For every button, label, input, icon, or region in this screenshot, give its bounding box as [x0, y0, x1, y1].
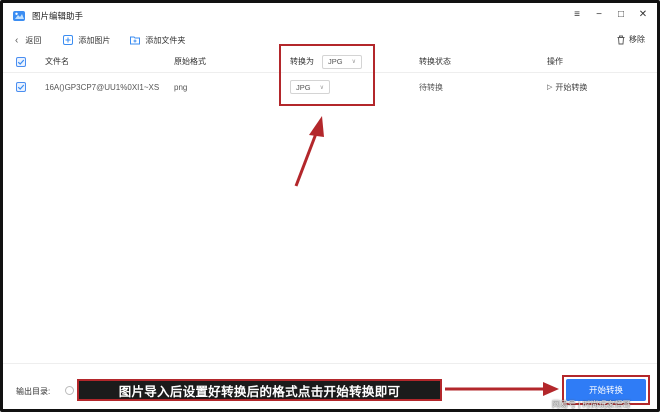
back-label: 返回: [25, 35, 42, 45]
row-status: 待转换: [419, 82, 443, 92]
row-file-name: 16A()GP3CP7@UU1%0XI1~XS: [45, 82, 160, 92]
row-original-format: png: [174, 82, 188, 92]
annotation-highlight-format: [279, 44, 375, 106]
minimize-icon[interactable]: −: [593, 9, 605, 21]
check-icon: [17, 84, 25, 90]
maximize-icon[interactable]: □: [615, 9, 627, 21]
annotation-arrow-up: [294, 130, 319, 187]
add-image-icon: [63, 35, 74, 45]
row-checkbox-cell: [16, 75, 26, 99]
play-icon: ▷: [547, 84, 553, 91]
app-window: 图片编辑助手 ≡ − □ ✕ ‹ 返回 添加图片 添加文件夹 移除 文件名 原始…: [0, 0, 660, 412]
row-start-convert-button[interactable]: ▷ 开始转换: [547, 82, 587, 93]
start-convert-button[interactable]: 开始转换: [566, 379, 646, 401]
chevron-left-icon: ‹: [15, 34, 19, 46]
header-action: 操作: [547, 57, 563, 66]
back-button[interactable]: ‹ 返回: [15, 35, 41, 46]
title-bar: 图片编辑助手 ≡ − □ ✕: [3, 3, 657, 29]
add-image-label: 添加图片: [78, 35, 111, 45]
app-title: 图片编辑助手: [32, 11, 84, 21]
row-action-cell: ▷ 开始转换: [547, 75, 587, 99]
annotation-caption: 图片导入后设置好转换后的格式点击开始转换即可: [77, 379, 442, 401]
row-checkbox[interactable]: [16, 82, 26, 92]
close-icon[interactable]: ✕: [637, 9, 649, 21]
header-original-format: 原始格式: [174, 57, 206, 66]
add-folder-label: 添加文件夹: [145, 35, 186, 45]
output-dir-radio[interactable]: [65, 386, 74, 395]
select-all-checkbox[interactable]: [16, 56, 26, 67]
header-checkbox-cell: [16, 51, 26, 72]
remove-button[interactable]: 移除: [616, 34, 645, 45]
header-file-name: 文件名: [45, 57, 69, 66]
add-image-button[interactable]: 添加图片: [63, 35, 110, 46]
annotation-arrow-up-head: [309, 116, 324, 137]
trash-icon: [617, 35, 625, 44]
remove-label: 移除: [629, 35, 645, 44]
add-folder-icon: [130, 36, 141, 45]
header-status: 转换状态: [419, 57, 451, 66]
watermark: 网易号 | 时尚玩家悟哥: [552, 400, 631, 409]
check-icon: [17, 59, 25, 65]
add-folder-button[interactable]: 添加文件夹: [130, 35, 185, 46]
menu-icon[interactable]: ≡: [571, 9, 583, 21]
annotation-caption-text: 图片导入后设置好转换后的格式点击开始转换即可: [118, 384, 401, 399]
output-dir-label: 输出目录:: [16, 387, 51, 396]
row-start-convert-label: 开始转换: [555, 82, 588, 92]
app-logo-icon: [13, 11, 25, 21]
window-controls: ≡ − □ ✕: [571, 9, 649, 21]
